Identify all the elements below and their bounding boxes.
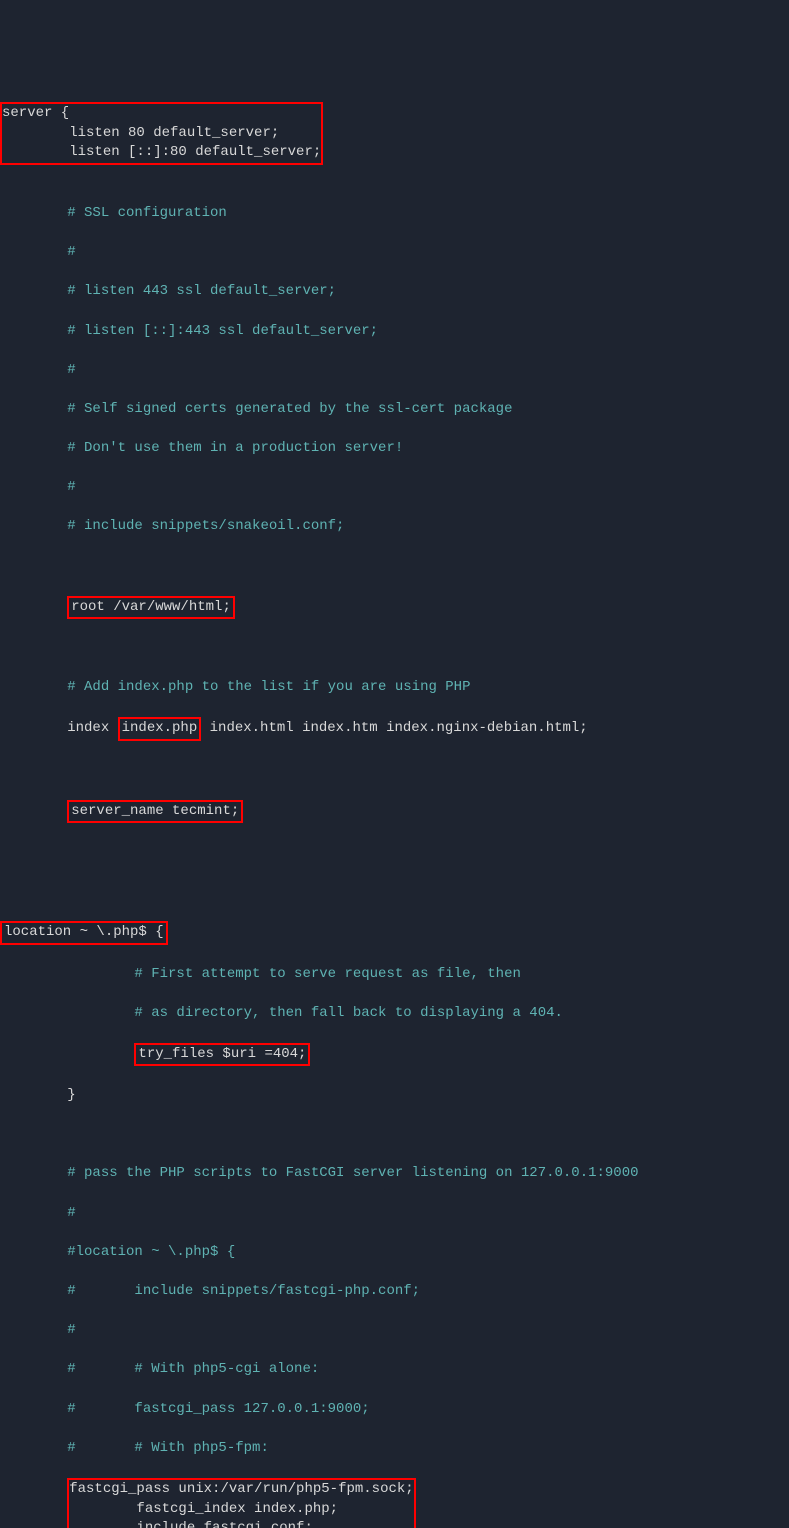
code-comment: # Self signed certs generated by the ssl… <box>0 400 789 420</box>
code-comment: # as directory, then fall back to displa… <box>0 1004 789 1024</box>
code-line: root /var/www/html; <box>0 596 789 620</box>
code-comment: # Don't use them in a production server! <box>0 439 789 459</box>
code-comment: # <box>0 361 789 381</box>
highlight-server-block: server { listen 80 default_server; liste… <box>0 102 323 165</box>
code-line: } <box>0 1086 789 1106</box>
code-comment: # # With php5-cgi alone: <box>0 1360 789 1380</box>
code-comment: # <box>0 1321 789 1341</box>
code-comment: #location ~ \.php$ { <box>0 1243 789 1263</box>
code-line: try_files $uri =404; <box>0 1043 789 1067</box>
code-comment: # Add index.php to the list if you are u… <box>0 678 789 698</box>
code-line: server_name tecmint; <box>0 800 789 824</box>
nginx-config-editor: server { listen 80 default_server; liste… <box>0 78 789 1528</box>
code-comment: # listen 443 ssl default_server; <box>0 282 789 302</box>
code-line: index index.php index.html index.htm ind… <box>0 717 789 741</box>
code-line: fastcgi_pass unix:/var/run/php5-fpm.sock… <box>0 1478 789 1528</box>
code-comment: # fastcgi_pass 127.0.0.1:9000; <box>0 1400 789 1420</box>
code-line: location ~ \.php$ { <box>0 921 789 945</box>
code-line-blank <box>0 165 789 185</box>
code-comment: # # With php5-fpm: <box>0 1439 789 1459</box>
code-line-blank <box>0 557 789 577</box>
code-line-blank <box>0 843 789 863</box>
code-comment: # pass the PHP scripts to FastCGI server… <box>0 1164 789 1184</box>
code-line-blank <box>0 639 789 659</box>
highlight-root: root /var/www/html; <box>67 596 235 620</box>
code-line-blank <box>0 882 789 902</box>
code-comment: # <box>0 1204 789 1224</box>
code-line-blank <box>0 1125 789 1145</box>
code-comment: # listen [::]:443 ssl default_server; <box>0 322 789 342</box>
code-comment: # include snippets/fastcgi-php.conf; <box>0 1282 789 1302</box>
code-line: listen 80 default_server; <box>2 124 321 144</box>
highlight-tryfiles: try_files $uri =404; <box>134 1043 310 1067</box>
highlight-fastcgi-block: fastcgi_pass unix:/var/run/php5-fpm.sock… <box>67 1478 415 1528</box>
code-comment: # <box>0 478 789 498</box>
code-comment: # First attempt to serve request as file… <box>0 965 789 985</box>
code-comment: # SSL configuration <box>0 204 789 224</box>
highlight-indexphp: index.php <box>118 717 202 741</box>
highlight-servername: server_name tecmint; <box>67 800 243 824</box>
code-line: include fastcgi.conf; <box>69 1519 413 1528</box>
highlight-location: location ~ \.php$ { <box>0 921 168 945</box>
code-line: fastcgi_index index.php; <box>69 1500 413 1520</box>
code-line: fastcgi_pass unix:/var/run/php5-fpm.sock… <box>69 1480 413 1500</box>
code-comment: # <box>0 243 789 263</box>
code-line: server { <box>2 104 321 124</box>
code-line: listen [::]:80 default_server; <box>2 143 321 163</box>
code-comment: # include snippets/snakeoil.conf; <box>0 517 789 537</box>
